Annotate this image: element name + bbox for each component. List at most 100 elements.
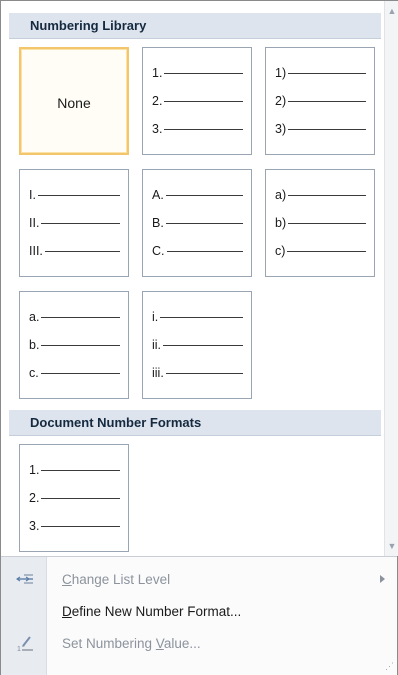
- section-header-numbering-library: Numbering Library: [9, 13, 381, 39]
- list-line: [41, 317, 120, 318]
- numbering-tile-alpha-upper[interactable]: A. B. C.: [142, 169, 252, 277]
- list-marker: 2.: [29, 491, 40, 505]
- mnemonic-d: D: [62, 604, 72, 619]
- numbering-tile-doc-arabic-period[interactable]: 1. 2. 3.: [19, 444, 129, 552]
- section-header-document-number-formats: Document Number Formats: [9, 410, 381, 436]
- list-line: [41, 373, 120, 374]
- list-line: [288, 101, 366, 102]
- list-marker: III.: [29, 244, 43, 258]
- list-line: [41, 470, 120, 471]
- list-marker: 2): [275, 94, 287, 108]
- list-marker: 3.: [152, 122, 163, 136]
- list-row: b.: [29, 338, 39, 352]
- label-rest-define-new-number-format: efine New Number Format...: [71, 604, 242, 619]
- scroll-up-icon[interactable]: ▲: [385, 3, 398, 19]
- list-row: 3): [275, 122, 286, 136]
- list-row: iii.: [152, 366, 164, 380]
- numbering-gallery: Numbering Library None 1. 2. 3. 1) 2) 3) I. II. I…: [1, 1, 384, 556]
- menu-item-label: Change List Level: [62, 572, 170, 587]
- list-line: [288, 73, 366, 74]
- list-marker: iii.: [152, 366, 164, 380]
- list-line: [41, 223, 120, 224]
- list-line: [163, 345, 243, 346]
- menu-item-label: Define New Number Format...: [62, 604, 241, 619]
- list-row: 2.: [152, 94, 162, 108]
- list-row: I.: [29, 188, 36, 202]
- list-line: [166, 373, 243, 374]
- section-title: Numbering Library: [30, 18, 147, 33]
- list-marker: C.: [152, 244, 165, 258]
- list-row: B.: [152, 216, 164, 230]
- list-marker: 3): [275, 122, 287, 136]
- list-line: [166, 195, 243, 196]
- gallery-scrollbar[interactable]: ▲ ▼: [384, 1, 398, 556]
- list-row: 3.: [152, 122, 162, 136]
- label-start-set-numbering-value: Set Numbering: [62, 636, 156, 651]
- list-row: ii.: [152, 338, 161, 352]
- menu-item-set-numbering-value[interactable]: 1 Set Numbering Value...: [1, 630, 397, 658]
- list-marker: a.: [29, 310, 40, 324]
- mnemonic-v: V: [155, 636, 164, 651]
- list-line: [41, 498, 120, 499]
- label-rest-change-list-level: hange List Level: [71, 572, 171, 587]
- list-row: i.: [152, 310, 158, 324]
- list-row: III.: [29, 244, 43, 258]
- list-row: 2.: [29, 491, 39, 505]
- numbering-tile-arabic-period[interactable]: 1. 2. 3.: [142, 47, 252, 155]
- list-row: A.: [152, 188, 164, 202]
- list-line: [166, 223, 243, 224]
- list-marker: b): [275, 216, 287, 230]
- list-line: [164, 101, 243, 102]
- list-row: II.: [29, 216, 39, 230]
- list-row: 2): [275, 94, 286, 108]
- list-line: [288, 129, 366, 130]
- set-numbering-value-icon: 1: [15, 634, 35, 654]
- submenu-arrow-icon: [380, 575, 385, 583]
- change-list-level-icon: [15, 570, 35, 590]
- list-marker: 1.: [29, 463, 40, 477]
- list-line: [38, 195, 120, 196]
- list-marker: i.: [152, 310, 159, 324]
- svg-text:1: 1: [17, 646, 21, 653]
- list-line: [167, 251, 243, 252]
- list-row: 1.: [29, 463, 39, 477]
- list-marker: I.: [29, 188, 36, 202]
- list-row: b): [275, 216, 286, 230]
- numbering-tile-arabic-paren[interactable]: 1) 2) 3): [265, 47, 375, 155]
- list-marker: ii.: [152, 338, 162, 352]
- numbering-tile-roman-lower[interactable]: i. ii. iii.: [142, 291, 252, 399]
- list-row: 1): [275, 66, 286, 80]
- menu-item-change-list-level[interactable]: Change List Level: [1, 566, 397, 594]
- list-marker: II.: [29, 216, 40, 230]
- list-row: 3.: [29, 519, 39, 533]
- numbering-tile-none[interactable]: None: [19, 47, 129, 155]
- menu-item-label: Set Numbering Value...: [62, 636, 201, 651]
- list-line: [41, 345, 120, 346]
- list-row: c): [275, 244, 285, 258]
- numbering-tile-roman-upper[interactable]: I. II. III.: [19, 169, 129, 277]
- list-marker: 3.: [29, 519, 40, 533]
- list-marker: a): [275, 188, 287, 202]
- numbering-tile-alpha-lower-paren[interactable]: a) b) c): [265, 169, 375, 277]
- list-line: [288, 195, 366, 196]
- scroll-down-icon[interactable]: ▼: [385, 538, 398, 554]
- list-line: [41, 526, 120, 527]
- list-row: a): [275, 188, 286, 202]
- list-line: [160, 317, 243, 318]
- list-row: c.: [29, 366, 39, 380]
- list-row: a.: [29, 310, 39, 324]
- list-line: [287, 251, 366, 252]
- list-marker: c): [275, 244, 286, 258]
- list-marker: b.: [29, 338, 40, 352]
- menu-item-define-new-number-format[interactable]: Define New Number Format...: [1, 598, 397, 626]
- list-marker: A.: [152, 188, 164, 202]
- list-marker: 1): [275, 66, 287, 80]
- list-line: [288, 223, 366, 224]
- list-marker: B.: [152, 216, 164, 230]
- resize-grip-icon[interactable]: ⋰: [385, 661, 394, 672]
- list-line: [45, 251, 120, 252]
- dropdown-menu: Change List Level Define New Number Form…: [1, 556, 397, 675]
- list-line: [164, 129, 243, 130]
- list-row: 1.: [152, 66, 162, 80]
- numbering-tile-alpha-lower-period[interactable]: a. b. c.: [19, 291, 129, 399]
